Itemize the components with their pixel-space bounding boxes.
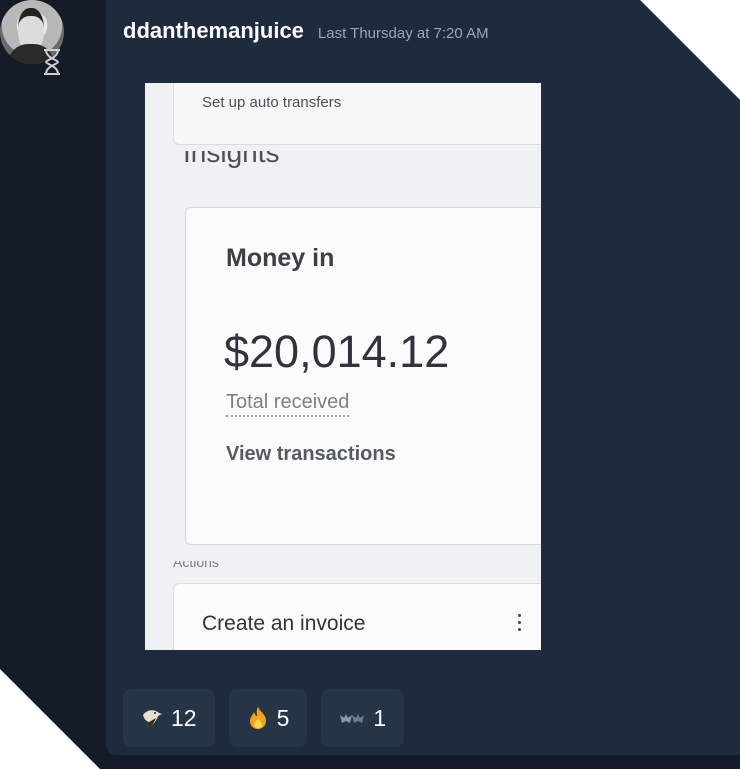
kebab-menu-icon xyxy=(518,614,522,632)
app-background: ddanthemanjuice Last Thursday at 7:20 AM… xyxy=(0,0,740,769)
create-invoice-card: Create an invoice xyxy=(173,583,541,650)
reaction-count: 5 xyxy=(276,704,290,731)
reaction-count: 12 xyxy=(171,704,197,731)
reaction-eagle[interactable]: 12 xyxy=(123,689,215,747)
money-in-card: Money in $20,014.12 Total received View … xyxy=(185,207,541,545)
bats-emoji-icon xyxy=(340,714,365,723)
actions-heading: Actions xyxy=(173,561,219,569)
money-in-title: Money in xyxy=(226,244,335,272)
message-header: ddanthemanjuice Last Thursday at 7:20 AM xyxy=(123,18,489,44)
total-received-label: Total received xyxy=(226,391,350,417)
auto-transfer-label: Set up auto transfers xyxy=(202,94,342,111)
auto-transfer-card: Set up auto transfers xyxy=(173,83,541,145)
username[interactable]: ddanthemanjuice xyxy=(123,18,304,44)
reaction-bats[interactable]: 1 xyxy=(321,689,405,747)
reaction-count: 1 xyxy=(373,704,387,731)
eagle-emoji-icon xyxy=(143,710,162,727)
reaction-bar: 12 5 1 xyxy=(123,689,405,747)
reaction-fire[interactable]: 5 xyxy=(228,689,308,747)
hourglass-icon xyxy=(44,49,60,75)
view-transactions-link: View transactions xyxy=(226,443,396,465)
image-attachment[interactable]: Set up auto transfers Insights Money in … xyxy=(145,83,541,650)
create-invoice-label: Create an invoice xyxy=(202,612,366,635)
timestamp[interactable]: Last Thursday at 7:20 AM xyxy=(318,25,489,42)
fire-emoji-icon xyxy=(249,707,266,729)
money-in-amount: $20,014.12 xyxy=(224,326,450,377)
insights-heading: Insights xyxy=(183,151,280,168)
